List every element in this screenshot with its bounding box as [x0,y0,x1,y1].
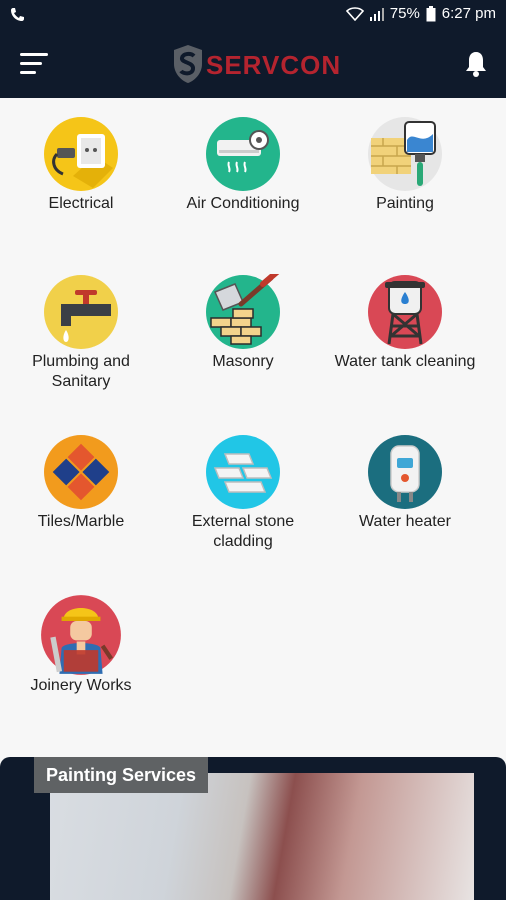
electrical-socket-icon [44,117,118,191]
service-electrical[interactable]: Electrical [0,98,162,248]
call-forward-icon [11,8,24,21]
app-bar: SERVCON [0,30,506,98]
shield-logo-icon [174,45,202,83]
service-label: Plumbing and Sanitary [32,353,130,390]
service-water-tank-cleaning[interactable]: Water tank cleaning [324,260,486,410]
service-external-stone-cladding[interactable]: External stone cladding [162,422,324,572]
service-painting[interactable]: Painting [324,98,486,248]
service-tiles-marble[interactable]: Tiles/Marble [0,422,162,572]
service-label: Electrical [48,195,114,212]
signal-icon [369,7,384,21]
wifi-icon [345,6,364,21]
service-label: Water tank cleaning [334,353,476,370]
water-heater-icon [368,435,442,509]
service-label: External stone cladding [191,513,295,550]
brand-name: SERVCON [206,50,342,80]
carpenter-icon [41,595,121,675]
service-air-conditioning[interactable]: Air Conditioning [162,98,324,248]
trowel-bricks-icon [206,274,280,349]
status-right: 75% 6:27 pm [345,5,496,22]
notification-bell-icon[interactable] [464,50,488,78]
clock: 6:27 pm [441,5,496,22]
service-label: Masonry [212,353,274,370]
promo-card-painting-services[interactable]: Painting Services [0,757,506,900]
promo-title: Painting Services [34,757,209,793]
battery-icon [426,5,436,21]
service-plumbing[interactable]: Plumbing and Sanitary [0,260,162,410]
service-joinery-works[interactable]: Joinery Works [0,584,162,734]
air-conditioner-icon [206,117,280,191]
water-tank-icon [368,275,442,349]
tiles-icon [44,435,118,509]
service-label: Painting [376,195,434,212]
status-bar: 75% 6:27 pm [0,0,506,30]
service-label: Air Conditioning [186,195,300,212]
stone-slabs-icon [206,435,280,509]
menu-button[interactable] [20,53,50,77]
service-masonry[interactable]: Masonry [162,260,324,410]
service-label: Joinery Works [30,677,132,694]
service-label: Tiles/Marble [37,513,125,530]
app-logo: SERVCON [172,44,342,84]
battery-percent: 75% [389,5,420,22]
service-label: Water heater [359,513,451,530]
paint-roller-icon [368,117,442,191]
faucet-icon [44,275,118,349]
service-water-heater[interactable]: Water heater [324,422,486,572]
